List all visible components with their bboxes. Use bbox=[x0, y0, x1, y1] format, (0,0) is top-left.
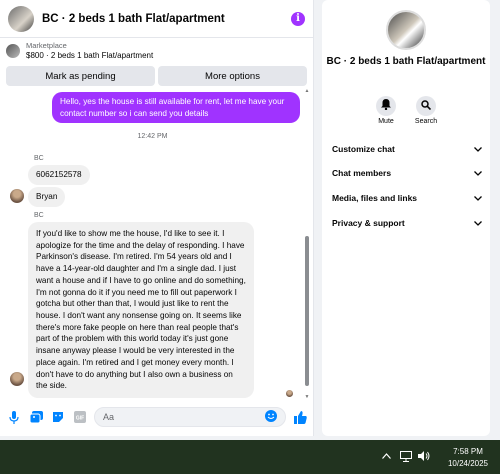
chevron-down-icon bbox=[474, 193, 482, 203]
chat-avatar[interactable] bbox=[8, 5, 34, 32]
search-label: Search bbox=[414, 118, 438, 125]
chevron-down-icon bbox=[474, 144, 482, 154]
section-chat-members[interactable]: Chat members bbox=[332, 164, 482, 182]
info-icon[interactable]: i bbox=[291, 11, 305, 26]
conversation-info-panel: BC · 2 beds 1 bath Flat/apartment Mute S… bbox=[322, 0, 490, 436]
composer: GIF Aa bbox=[0, 402, 314, 432]
caret-up-icon[interactable] bbox=[382, 451, 391, 462]
chevron-down-icon bbox=[474, 168, 482, 178]
section-privacy-support[interactable]: Privacy & support bbox=[332, 214, 482, 232]
message-scrollbar[interactable]: ▲ ▼ bbox=[303, 88, 311, 400]
scroll-down-icon[interactable]: ▼ bbox=[304, 394, 310, 400]
sender-avatar[interactable] bbox=[10, 189, 24, 203]
sender-avatar[interactable] bbox=[10, 372, 24, 386]
section-label: Media, files and links bbox=[332, 193, 418, 203]
monitor-icon[interactable] bbox=[400, 451, 412, 465]
message-input[interactable]: Aa bbox=[94, 407, 286, 427]
emoji-icon[interactable] bbox=[265, 410, 277, 424]
chat-header: BC · 2 beds 1 bath Flat/apartment i bbox=[0, 0, 313, 38]
chevron-down-icon bbox=[474, 218, 482, 228]
bell-icon bbox=[381, 97, 391, 115]
search-icon bbox=[421, 97, 432, 115]
chat-title[interactable]: BC · 2 beds 1 bath Flat/apartment bbox=[42, 13, 291, 25]
image-icon[interactable] bbox=[28, 409, 44, 425]
scrollbar-thumb[interactable] bbox=[305, 236, 309, 386]
thumbs-up-icon[interactable] bbox=[292, 409, 308, 425]
clock[interactable]: 7:58 PM 10/24/2025 bbox=[448, 446, 488, 470]
listing-actions: Mark as pending More options bbox=[0, 64, 313, 86]
gif-icon[interactable]: GIF bbox=[72, 409, 88, 425]
search-button[interactable] bbox=[416, 96, 436, 116]
scroll-up-icon[interactable]: ▲ bbox=[304, 88, 310, 94]
incoming-message[interactable]: Bryan bbox=[28, 187, 66, 207]
message-list[interactable]: Hello, yes the house is still available … bbox=[0, 88, 312, 400]
sender-label: BC bbox=[34, 155, 44, 162]
taskbar: 7:58 PM 10/24/2025 bbox=[0, 440, 500, 474]
mic-icon[interactable] bbox=[6, 409, 22, 425]
mark-as-pending-button[interactable]: Mark as pending bbox=[6, 66, 155, 86]
section-customize-chat[interactable]: Customize chat bbox=[332, 140, 482, 158]
svg-text:GIF: GIF bbox=[76, 415, 84, 421]
incoming-message[interactable]: If you'd like to show me the house, I'd … bbox=[28, 222, 254, 399]
mute-button[interactable] bbox=[376, 96, 396, 116]
more-options-button[interactable]: More options bbox=[158, 66, 307, 86]
message-timestamp: 12:42 PM bbox=[137, 133, 168, 140]
mute-label: Mute bbox=[378, 118, 394, 125]
clock-time: 7:58 PM bbox=[453, 447, 483, 456]
conversation-avatar[interactable] bbox=[386, 10, 426, 50]
outgoing-message[interactable]: Hello, yes the house is still available … bbox=[52, 92, 300, 124]
conversation-title: BC · 2 beds 1 bath Flat/apartment bbox=[326, 56, 486, 67]
sender-label: BC bbox=[34, 212, 44, 219]
message-input-placeholder: Aa bbox=[103, 412, 115, 422]
listing-source: Marketplace bbox=[26, 41, 67, 51]
section-label: Customize chat bbox=[332, 144, 395, 154]
section-label: Chat members bbox=[332, 168, 392, 178]
clock-date: 10/24/2025 bbox=[447, 459, 488, 468]
seen-indicator bbox=[286, 390, 293, 397]
listing-thumbnail bbox=[6, 44, 20, 58]
section-media-files-links[interactable]: Media, files and links bbox=[332, 189, 482, 207]
listing-bar[interactable]: Marketplace $800 · 2 beds 1 bath Flat/ap… bbox=[0, 38, 313, 64]
sticker-icon[interactable] bbox=[50, 409, 66, 425]
speaker-icon[interactable] bbox=[418, 451, 430, 464]
section-label: Privacy & support bbox=[332, 218, 405, 228]
listing-title: $800 · 2 beds 1 bath Flat/apartment bbox=[26, 50, 154, 60]
incoming-message[interactable]: 6062152578 bbox=[28, 165, 90, 185]
